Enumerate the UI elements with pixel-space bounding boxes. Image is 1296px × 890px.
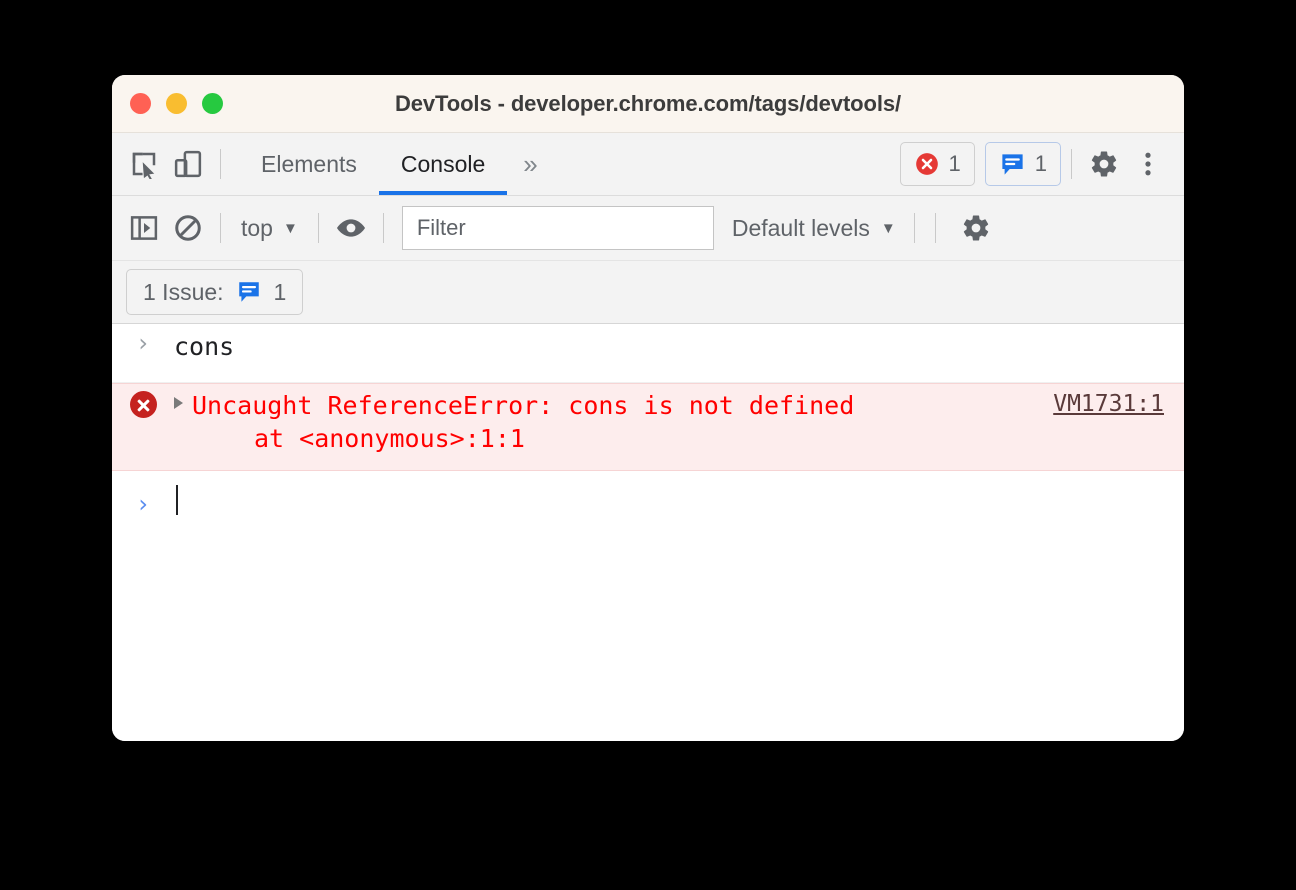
gear-icon xyxy=(1091,151,1117,177)
console-sidebar-button[interactable] xyxy=(122,206,166,250)
console-sidebar-icon xyxy=(130,216,158,240)
issue-speech-bubble-icon-chip xyxy=(238,282,259,302)
live-expression-button[interactable] xyxy=(329,206,373,250)
console-error-row[interactable]: Uncaught ReferenceError: cons is not def… xyxy=(112,383,1184,471)
chevron-down-icon-levels: ▼ xyxy=(880,219,896,237)
console-input-echo-row[interactable]: › cons xyxy=(112,324,1184,383)
tab-elements[interactable]: Elements xyxy=(239,133,379,195)
error-disclosure-triangle[interactable] xyxy=(174,389,192,409)
console-input-echo-text: cons xyxy=(174,332,235,361)
issues-summary-count: 1 xyxy=(273,278,287,305)
screenshot-stage: DevTools - developer.chrome.com/tags/dev… xyxy=(0,0,1296,890)
execution-context-label: top xyxy=(241,214,273,241)
console-settings-button[interactable] xyxy=(954,206,998,250)
devtools-main-toolbar: Elements Console » 1 1 xyxy=(112,133,1184,196)
devtools-settings-button[interactable] xyxy=(1082,142,1126,186)
traffic-light-group xyxy=(130,93,223,114)
console-settings-gear-icon xyxy=(963,215,988,241)
maximize-window-button[interactable] xyxy=(202,93,223,114)
console-toolbar-divider-4 xyxy=(913,213,915,243)
input-chevron-icon: › xyxy=(135,329,151,357)
console-error-body: Uncaught ReferenceError: cons is not def… xyxy=(192,389,1053,455)
clear-console-icon xyxy=(175,215,201,241)
three-dot-menu-icon xyxy=(1145,152,1151,176)
error-count-badge[interactable]: 1 xyxy=(899,142,975,186)
execution-context-selector[interactable]: top ▼ xyxy=(231,215,308,242)
minimize-window-button[interactable] xyxy=(166,93,187,114)
console-filter-input[interactable]: Filter xyxy=(401,206,714,250)
console-prompt-gutter: › xyxy=(112,490,174,516)
inspect-element-button[interactable] xyxy=(122,142,166,186)
error-count-label: 1 xyxy=(948,151,961,176)
console-row-gutter: › xyxy=(112,329,174,355)
console-toolbar-divider-1 xyxy=(220,213,221,243)
console-filter-placeholder: Filter xyxy=(416,215,466,240)
toolbar-right-group: 1 1 xyxy=(890,142,1185,186)
issues-summary-chip[interactable]: 1 Issue: 1 xyxy=(126,269,304,315)
issues-summary-label: 1 Issue: xyxy=(143,278,224,305)
text-cursor xyxy=(176,485,178,515)
log-levels-label: Default levels xyxy=(731,214,870,241)
issues-count-badge[interactable]: 1 xyxy=(984,142,1061,186)
error-circle-icon-row xyxy=(129,391,157,418)
console-filter-toolbar: top ▼ Filter Default levels ▼ xyxy=(112,196,1184,261)
window-titlebar: DevTools - developer.chrome.com/tags/dev… xyxy=(112,75,1184,133)
console-message-list[interactable]: › cons Uncaught ReferenceError: cons is … xyxy=(112,324,1184,741)
console-toolbar-divider-2 xyxy=(317,213,319,243)
window-title: DevTools - developer.chrome.com/tags/dev… xyxy=(394,90,902,116)
console-toolbar-divider-5 xyxy=(934,213,936,243)
tab-elements-label: Elements xyxy=(261,150,357,177)
console-toolbar-divider-3 xyxy=(382,213,384,243)
chevron-down-icon: ▼ xyxy=(282,219,298,237)
console-error-source-link[interactable]: VM1731:1 xyxy=(1053,389,1184,417)
triangle-right-icon xyxy=(174,397,183,409)
more-tabs-button[interactable]: » xyxy=(507,133,553,195)
console-prompt-row[interactable]: › xyxy=(112,471,1184,535)
toolbar-divider xyxy=(220,149,221,179)
issues-count-label: 1 xyxy=(1034,151,1047,176)
device-toolbar-icon xyxy=(174,150,202,178)
live-expression-eye-icon xyxy=(336,219,365,237)
panel-tabs: Elements Console » xyxy=(239,133,554,195)
devtools-more-options-button[interactable] xyxy=(1126,142,1170,186)
close-window-button[interactable] xyxy=(130,93,151,114)
tab-console[interactable]: Console xyxy=(378,133,508,195)
device-toolbar-button[interactable] xyxy=(166,142,210,186)
clear-console-button[interactable] xyxy=(166,206,210,250)
tab-console-label: Console xyxy=(400,150,486,177)
error-circle-icon xyxy=(915,153,938,175)
devtools-window: DevTools - developer.chrome.com/tags/dev… xyxy=(112,75,1184,741)
log-levels-selector[interactable]: Default levels ▼ xyxy=(732,215,896,242)
toolbar-divider-right xyxy=(1071,149,1072,179)
issue-speech-bubble-icon xyxy=(1002,153,1023,175)
console-error-message: Uncaught ReferenceError: cons is not def… xyxy=(192,391,855,420)
console-prompt-input[interactable] xyxy=(174,483,178,523)
issues-summary-bar: 1 Issue: 1 xyxy=(112,261,1184,324)
prompt-chevron-icon: › xyxy=(135,490,151,518)
console-error-stack: at <anonymous>:1:1 xyxy=(254,423,525,453)
inspect-element-icon xyxy=(132,152,157,179)
console-error-gutter xyxy=(112,389,174,418)
